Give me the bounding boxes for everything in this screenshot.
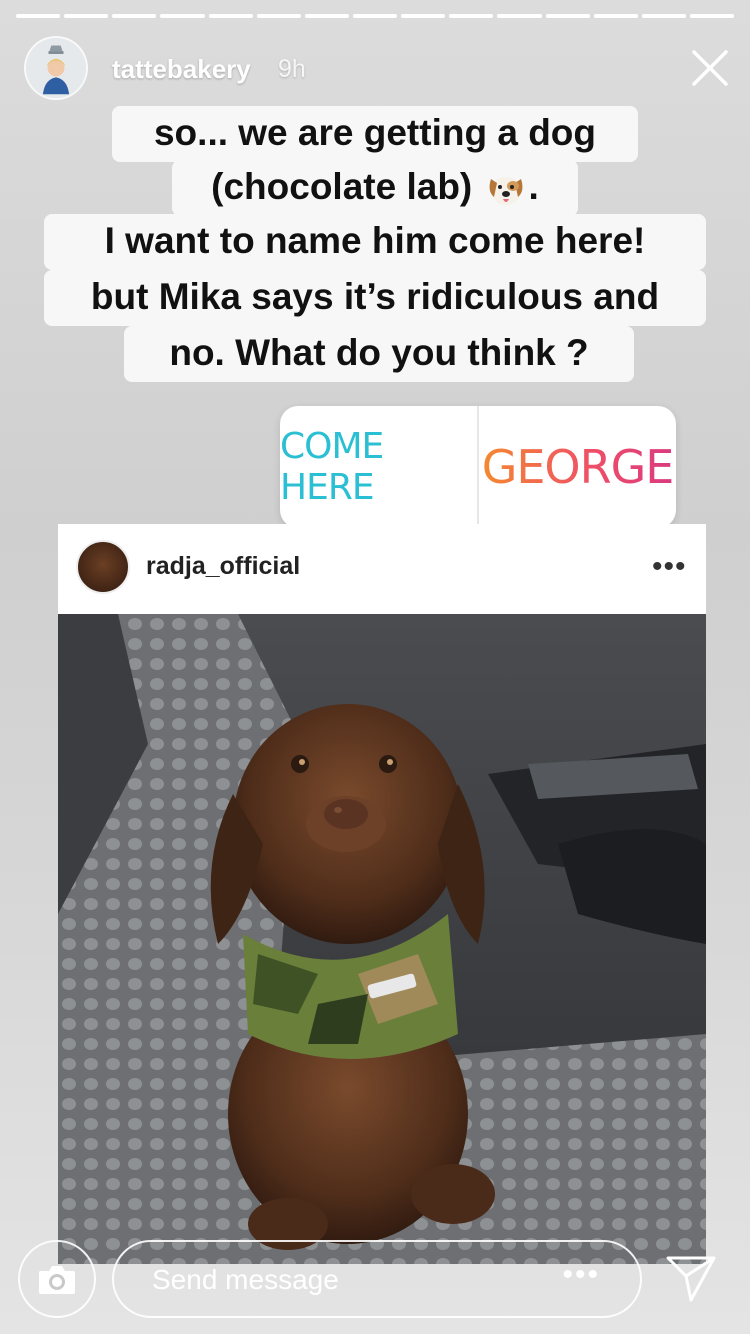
story-progress-segment (689, 14, 735, 18)
story-progress-segment (160, 14, 205, 18)
send-message-placeholder: Send message (152, 1264, 339, 1295)
poll-sticker: COME HERE GEORGE (280, 406, 676, 528)
story-progress-segment (352, 14, 398, 18)
post-username[interactable]: radja_official (146, 552, 300, 581)
post-avatar[interactable] (76, 540, 130, 594)
story-progress-segment (593, 14, 638, 18)
caption-line-3: I want to name him come here! (44, 214, 706, 270)
story-progress-segment (497, 14, 542, 18)
story-progress-segment (401, 14, 446, 18)
more-options-icon[interactable]: ••• (652, 550, 687, 584)
user-avatar[interactable] (24, 36, 88, 100)
story-progress-segment (64, 14, 109, 18)
caption-line-5: no. What do you think ? (124, 326, 634, 382)
story-time: 9h (278, 55, 306, 83)
story-progress-segment (449, 14, 494, 18)
caption-line-2-end: . (528, 166, 539, 207)
caption-line-2-text: (chocolate lab) (211, 166, 473, 207)
post-photo (58, 614, 706, 1264)
story-username[interactable]: tattebakery (112, 54, 251, 85)
story-progress-segment (304, 14, 349, 18)
close-icon[interactable] (686, 44, 734, 92)
poll-option-come-here[interactable]: COME HERE (280, 406, 479, 528)
embedded-post[interactable]: radja_official ••• (58, 524, 706, 1264)
story-progress-segment (208, 14, 253, 18)
story-progress-segment (545, 14, 590, 18)
camera-icon[interactable] (18, 1240, 96, 1318)
caption-line-1: so... we are getting a dog (112, 106, 638, 162)
story-progress-segment (256, 14, 301, 18)
story-progress-segment (16, 14, 61, 18)
dog-emoji-icon (489, 177, 523, 206)
post-header: radja_official ••• (58, 524, 706, 614)
caption-line-4: but Mika says it’s ridiculous and (44, 270, 706, 326)
story-progress-segment (641, 14, 686, 18)
story-progress (16, 14, 735, 18)
send-icon[interactable] (664, 1252, 718, 1306)
story-progress-segment (112, 14, 157, 18)
caption-line-2: (chocolate lab) . (172, 160, 578, 216)
send-message-input[interactable]: Send message ••• (112, 1240, 642, 1318)
poll-option-george[interactable]: GEORGE (479, 406, 676, 528)
message-options-icon[interactable]: ••• (562, 1258, 600, 1292)
